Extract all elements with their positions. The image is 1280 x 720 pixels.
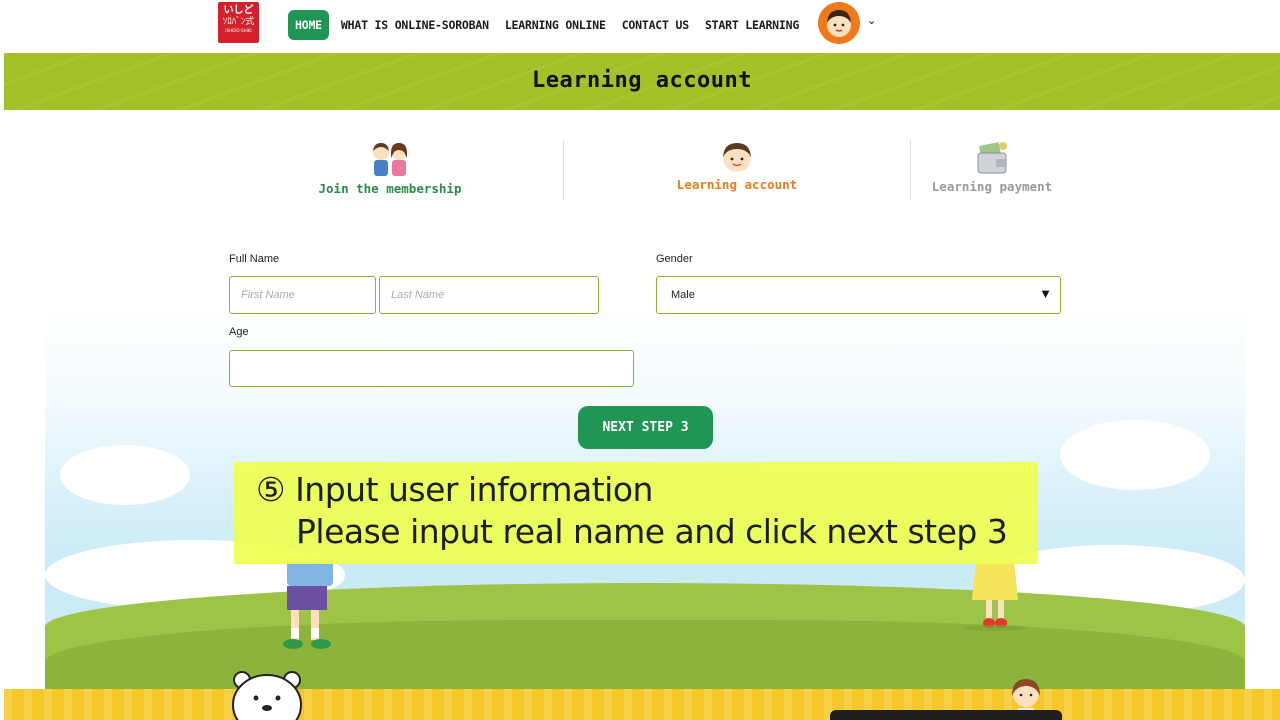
- cloud: [1060, 420, 1210, 490]
- step-learning-account[interactable]: Learning account: [647, 140, 827, 192]
- gender-label: Gender: [656, 253, 693, 265]
- nav-what-is-online-soroban[interactable]: WHAT IS ONLINE-SOROBAN: [341, 18, 489, 32]
- user-avatar-icon[interactable]: [818, 2, 860, 44]
- boy-face-icon: [723, 143, 751, 172]
- step-join-membership[interactable]: Join the membership: [300, 140, 480, 196]
- grass-hill-front: [45, 620, 1245, 690]
- gender-select[interactable]: Male ▼: [656, 276, 1061, 314]
- site-logo[interactable]: いしど ｿﾛﾊﾞﾝ式 ISHIDO-SHIKI: [218, 2, 259, 43]
- callout-heading: ⑤ Input user information: [256, 470, 653, 509]
- next-step-button[interactable]: NEXT STEP 3: [578, 406, 713, 449]
- step-learning-payment[interactable]: Learning payment: [902, 140, 1082, 194]
- step-label-account: Learning account: [676, 177, 798, 192]
- page-banner: Learning account: [4, 53, 1280, 110]
- nav-start-learning[interactable]: START LEARNING: [705, 18, 799, 32]
- logo-line1: いしど: [223, 5, 254, 16]
- nav-contact-us[interactable]: CONTACT US: [622, 18, 689, 32]
- nav-home[interactable]: HOME: [288, 9, 329, 40]
- bear-mascot-illustration: [232, 671, 302, 720]
- logo-line2: ｿﾛﾊﾞﾝ式: [222, 17, 255, 27]
- footer-panel: [830, 710, 1062, 720]
- kids-icon: [373, 143, 407, 176]
- chevron-down-icon[interactable]: ⌄: [867, 14, 876, 27]
- boy-character-illustration: [283, 560, 333, 649]
- dropdown-arrow-icon: ▼: [1039, 286, 1052, 301]
- cloud: [60, 445, 190, 505]
- top-header: いしど ｿﾛﾊﾞﾝ式 ISHIDO-SHIKI HOME WHAT IS ONL…: [0, 0, 1280, 52]
- gender-select-value: Male: [671, 289, 695, 301]
- callout-instruction: Please input real name and click next st…: [296, 512, 1008, 551]
- logo-line3: ISHIDO-SHIKI: [225, 28, 252, 33]
- step-divider: [563, 140, 564, 200]
- main-nav: HOME WHAT IS ONLINE-SOROBAN LEARNING ONL…: [288, 9, 815, 40]
- full-name-label: Full Name: [229, 253, 280, 265]
- age-input[interactable]: [229, 350, 634, 387]
- wallet-icon: [977, 142, 1007, 174]
- girl-character-illustration: [963, 560, 1027, 631]
- step-label-join: Join the membership: [318, 181, 462, 196]
- first-name-input[interactable]: [229, 276, 376, 314]
- step-label-payment: Learning payment: [931, 179, 1053, 194]
- age-label: Age: [229, 326, 249, 338]
- footer-band: [4, 689, 1280, 720]
- nav-learning-online[interactable]: LEARNING ONLINE: [505, 18, 606, 32]
- page-title: Learning account: [532, 68, 752, 93]
- last-name-input[interactable]: [379, 276, 599, 314]
- instruction-callout: ⑤ Input user information Please input re…: [234, 462, 1038, 564]
